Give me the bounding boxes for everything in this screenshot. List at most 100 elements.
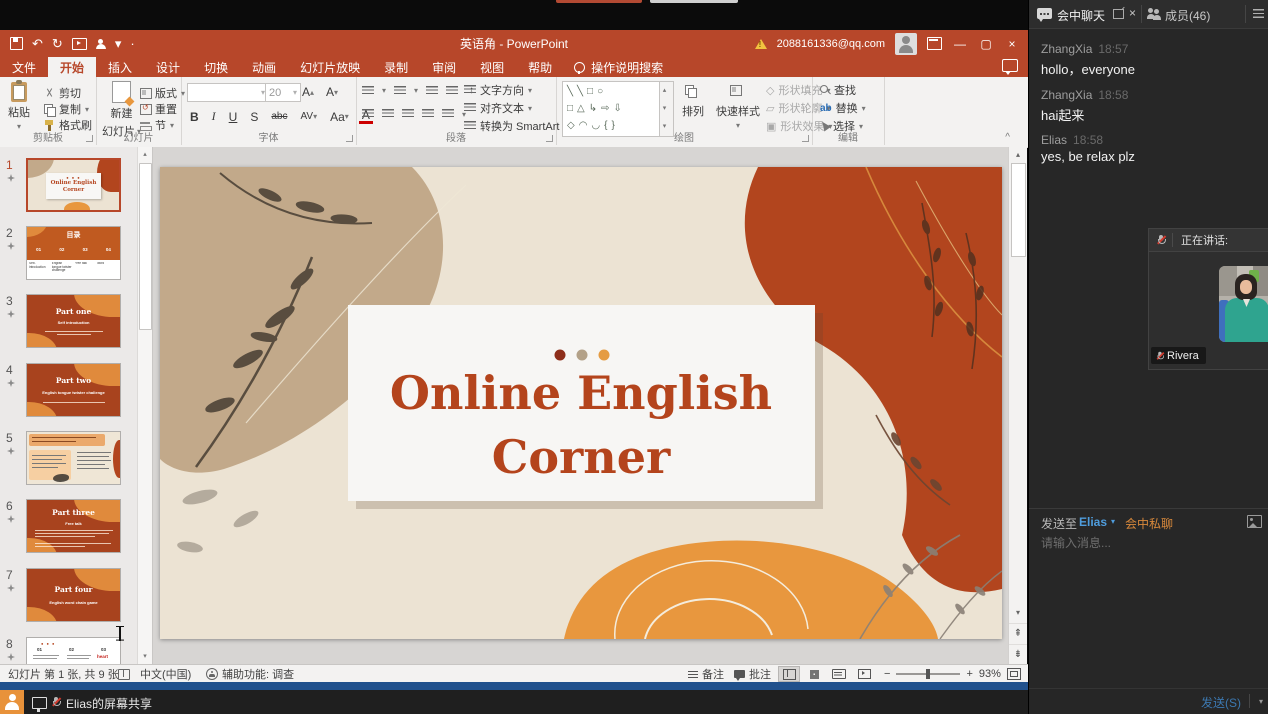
layout-button[interactable]: 版式▾ (140, 85, 185, 101)
font-dialog-launcher[interactable] (346, 135, 353, 142)
find-button[interactable]: 查找 (820, 82, 856, 98)
tab-help[interactable]: 帮助 (516, 57, 564, 77)
clipboard-dialog-launcher[interactable] (86, 135, 93, 142)
tab-review[interactable]: 审阅 (420, 57, 468, 77)
pen-user-icon[interactable] (96, 39, 106, 49)
close-chat-icon[interactable]: × (1129, 6, 1136, 20)
zoom-slider[interactable] (896, 673, 960, 675)
avatar[interactable] (895, 33, 917, 55)
slide-thumbnail-3[interactable]: Part one Self introduction (26, 294, 121, 348)
fit-to-window-icon[interactable] (1007, 668, 1021, 680)
normal-view-button[interactable] (778, 666, 800, 682)
restore-button[interactable]: ▢ (978, 37, 994, 51)
send-target[interactable]: Elias (1079, 515, 1107, 529)
next-slide-button[interactable]: ⇟ (1009, 644, 1027, 664)
scroll-down-icon[interactable]: ▾ (1009, 605, 1027, 621)
tab-design[interactable]: 设计 (144, 57, 192, 77)
align-center-icon[interactable] (382, 109, 394, 119)
spellcheck-icon[interactable] (118, 665, 130, 683)
font-name-combo[interactable]: ▾ (187, 83, 269, 102)
reset-button[interactable]: 重置 (140, 101, 177, 117)
tab-meeting-chat[interactable]: 会中聊天 (1057, 7, 1105, 24)
shape-row-2[interactable]: □△↳⇨⇩ (567, 100, 669, 117)
cut-button[interactable]: 剪切 (44, 85, 81, 101)
minimize-button[interactable]: — (952, 37, 968, 51)
reading-view-button[interactable] (828, 666, 850, 682)
text-direction-button[interactable]: 文字方向▾ (464, 82, 532, 98)
comments-toggle[interactable]: 批注 (734, 665, 771, 683)
copy-dropdown-icon[interactable]: ▾ (85, 105, 89, 114)
scroll-up-icon[interactable]: ▴ (1009, 147, 1027, 163)
grow-font-button[interactable]: A▴ (299, 85, 317, 99)
qat-more-icon[interactable]: · (130, 36, 134, 51)
align-right-icon[interactable] (402, 109, 414, 119)
char-spacing-button[interactable]: AV▾ (297, 111, 320, 122)
scroll-up-icon[interactable]: ▴ (138, 147, 152, 162)
tab-animations[interactable]: 动画 (240, 57, 288, 77)
save-icon[interactable] (10, 37, 23, 50)
zoom-in-button[interactable]: + (966, 668, 972, 680)
justify-icon[interactable] (422, 109, 434, 119)
paste-button[interactable]: 粘贴 ▾ (8, 82, 30, 131)
columns-icon[interactable] (442, 109, 454, 119)
change-case-button[interactable]: Aa▾ (327, 110, 352, 124)
comments-icon[interactable] (1002, 59, 1018, 72)
tab-insert[interactable]: 插入 (96, 57, 144, 77)
shrink-font-button[interactable]: A▾ (323, 85, 341, 99)
slide-thumbnail-4[interactable]: Part two English tongue twister challeng… (26, 363, 121, 417)
tab-slideshow[interactable]: 幻灯片放映 (288, 57, 372, 77)
zoom-level[interactable]: 93% (979, 668, 1001, 680)
thumbnail-scrollbar[interactable]: ▴ ▾ (137, 147, 152, 664)
language-status[interactable]: 中文(中国) (140, 665, 191, 683)
align-text-button[interactable]: 对齐文本▾ (464, 100, 532, 116)
thumbnail-scrollbar-thumb[interactable] (139, 163, 152, 330)
numbering-icon[interactable] (394, 86, 406, 96)
message-input[interactable]: 请输入消息... (1041, 534, 1111, 551)
tell-me-search[interactable]: 操作说明搜索 (564, 57, 673, 77)
slide-thumbnail-5[interactable] (26, 431, 121, 485)
align-left-icon[interactable] (362, 109, 374, 119)
shape-gallery-scrollbar[interactable]: ▴ ▾ ▾ (659, 82, 673, 136)
previous-slide-button[interactable]: ⇞ (1009, 623, 1027, 643)
bold-button[interactable]: B (187, 110, 202, 124)
slide-thumbnail-2[interactable]: 目录 01 02 03 04 Self-introduction English… (26, 226, 121, 280)
main-scrollbar[interactable]: ▴ ▾ ⇞ ⇟ (1008, 147, 1027, 664)
slideshow-button[interactable] (853, 666, 875, 682)
qat-dropdown-icon[interactable]: ▾ (115, 36, 122, 52)
font-size-combo[interactable]: 20▾ (265, 83, 301, 102)
tab-home[interactable]: 开始 (48, 57, 96, 77)
target-dropdown-icon[interactable]: ▾ (1111, 517, 1115, 526)
tab-record[interactable]: 录制 (372, 57, 420, 77)
copy-button[interactable]: 复制 ▾ (44, 101, 89, 117)
increase-indent-icon[interactable] (446, 86, 458, 96)
slide-canvas[interactable]: Online English Corner (160, 167, 1002, 639)
strikethrough-button[interactable]: abc (268, 111, 290, 122)
zoom-out-button[interactable]: − (884, 668, 890, 680)
speaker-video-tile[interactable]: Rivera (1148, 252, 1268, 370)
image-icon[interactable] (1247, 515, 1262, 528)
slide-thumbnail-7[interactable]: Part four English word chain game (26, 568, 121, 622)
slide-thumbnail-1[interactable]: ● ● ● Online English Corner (26, 158, 121, 212)
collapse-ribbon-icon[interactable]: ^ (1005, 132, 1010, 143)
account-email[interactable]: 2088161336@qq.com (777, 38, 885, 50)
slide-thumbnail-6[interactable]: Part three Free talk (26, 499, 121, 553)
start-slideshow-icon[interactable] (72, 38, 87, 50)
underline-button[interactable]: U (226, 110, 241, 124)
paragraph-dialog-launcher[interactable] (546, 135, 553, 142)
accessibility-status[interactable]: 辅助功能: 调查 (206, 665, 294, 683)
close-button[interactable]: × (1004, 37, 1020, 51)
menu-icon[interactable] (1253, 9, 1264, 18)
tab-members[interactable]: 成员(46) (1165, 7, 1210, 24)
notes-toggle[interactable]: 备注 (688, 665, 724, 683)
send-options-icon[interactable]: ▾ (1259, 697, 1263, 706)
main-scrollbar-thumb[interactable] (1011, 163, 1026, 257)
scroll-down-icon[interactable]: ▾ (138, 649, 152, 664)
replace-button[interactable]: ab 替换▾ (820, 100, 866, 116)
private-chat-label[interactable]: 会中私聊 (1125, 515, 1173, 532)
shape-row-1[interactable]: ╲╲□○ (567, 83, 669, 100)
redo-icon[interactable]: ↻ (52, 36, 63, 52)
drawing-dialog-launcher[interactable] (802, 135, 809, 142)
arrange-button[interactable]: 排列 (682, 85, 704, 119)
slide-counter[interactable]: 幻灯片 第 1 张, 共 9 张 (8, 665, 119, 683)
share-user-button[interactable] (0, 690, 24, 714)
